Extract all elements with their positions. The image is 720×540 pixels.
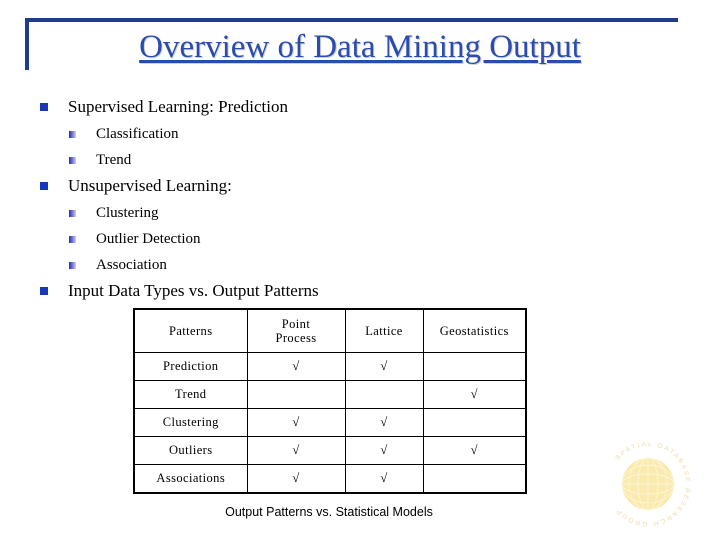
cell-outliers-geostatistics: √ bbox=[422, 436, 527, 465]
slide-canvas: Overview of Data Mining Output Supervise… bbox=[0, 0, 720, 540]
table-row: Associations √ √ bbox=[133, 464, 527, 494]
outline-subitem-trend: Trend bbox=[38, 147, 598, 173]
row-label-clustering: Clustering bbox=[133, 408, 248, 437]
spatial-database-research-group-logo: SPATIAL DATABASE RESEARCH GROUP bbox=[596, 432, 700, 536]
cell-clustering-point-process: √ bbox=[246, 408, 346, 437]
outline-subitem-classification: Classification bbox=[38, 121, 598, 147]
cell-outliers-lattice: √ bbox=[344, 436, 424, 465]
cell-trend-geostatistics: √ bbox=[422, 380, 527, 409]
outline-subitem-association: Association bbox=[38, 252, 598, 278]
outline-list: Supervised Learning: Prediction Classifi… bbox=[38, 94, 598, 305]
cell-associations-lattice: √ bbox=[344, 464, 424, 494]
table-header-point-process: Point Process bbox=[246, 308, 346, 353]
outline-subitem-clustering: Clustering bbox=[38, 200, 598, 226]
page-title: Overview of Data Mining Output bbox=[139, 29, 581, 65]
outline-item-label: Unsupervised Learning: bbox=[68, 176, 232, 195]
row-label-outliers: Outliers bbox=[133, 436, 248, 465]
table-row: Prediction √ √ bbox=[133, 352, 527, 381]
bullet-square-icon bbox=[40, 287, 48, 295]
outline-subitem-outlier-detection: Outlier Detection bbox=[38, 226, 598, 252]
sub-bullet-square-icon bbox=[69, 236, 76, 243]
outline-item-unsupervised: Unsupervised Learning: bbox=[38, 173, 598, 199]
cell-prediction-lattice: √ bbox=[344, 352, 424, 381]
patterns-vs-models-table: Patterns Point Process Lattice Geostatis… bbox=[133, 308, 527, 494]
outline-item-input-data-types: Input Data Types vs. Output Patterns bbox=[38, 278, 598, 304]
outline-item-label: Supervised Learning: Prediction bbox=[68, 97, 289, 116]
outline-item-label: Input Data Types vs. Output Patterns bbox=[68, 281, 319, 300]
cell-associations-geostatistics bbox=[422, 464, 527, 494]
cell-trend-lattice bbox=[344, 380, 424, 409]
decorative-top-rule bbox=[25, 18, 678, 22]
header-line-2: Process bbox=[275, 331, 317, 345]
row-label-trend: Trend bbox=[133, 380, 248, 409]
bullet-square-icon bbox=[40, 182, 48, 190]
outline-subitem-label: Association bbox=[96, 257, 167, 273]
row-label-associations: Associations bbox=[133, 464, 248, 494]
cell-trend-point-process bbox=[246, 380, 346, 409]
table-header-geostatistics: Geostatistics bbox=[422, 308, 527, 353]
table-row: Outliers √ √ √ bbox=[133, 436, 527, 465]
table-row: Trend √ bbox=[133, 380, 527, 409]
cell-associations-point-process: √ bbox=[246, 464, 346, 494]
sub-bullet-square-icon bbox=[69, 262, 76, 269]
sub-bullet-square-icon bbox=[69, 131, 76, 138]
outline-item-supervised: Supervised Learning: Prediction bbox=[38, 94, 598, 120]
row-label-prediction: Prediction bbox=[133, 352, 248, 381]
cell-prediction-point-process: √ bbox=[246, 352, 346, 381]
table-caption: Output Patterns vs. Statistical Models bbox=[225, 505, 433, 519]
table-row: Clustering √ √ bbox=[133, 408, 527, 437]
sub-bullet-square-icon bbox=[69, 157, 76, 164]
table-header-row: Patterns Point Process Lattice Geostatis… bbox=[133, 308, 527, 353]
table-header-patterns: Patterns bbox=[133, 308, 248, 353]
cell-outliers-point-process: √ bbox=[246, 436, 346, 465]
header-line-1: Point bbox=[281, 317, 311, 331]
outline-subitem-label: Trend bbox=[96, 152, 132, 168]
sub-bullet-square-icon bbox=[69, 210, 76, 217]
bullet-square-icon bbox=[40, 103, 48, 111]
cell-clustering-geostatistics bbox=[422, 408, 527, 437]
table-header-lattice: Lattice bbox=[344, 308, 424, 353]
outline-subitem-label: Classification bbox=[96, 126, 179, 142]
cell-prediction-geostatistics bbox=[422, 352, 527, 381]
outline-subitem-label: Clustering bbox=[96, 205, 159, 221]
outline-subitem-label: Outlier Detection bbox=[96, 231, 201, 247]
cell-clustering-lattice: √ bbox=[344, 408, 424, 437]
